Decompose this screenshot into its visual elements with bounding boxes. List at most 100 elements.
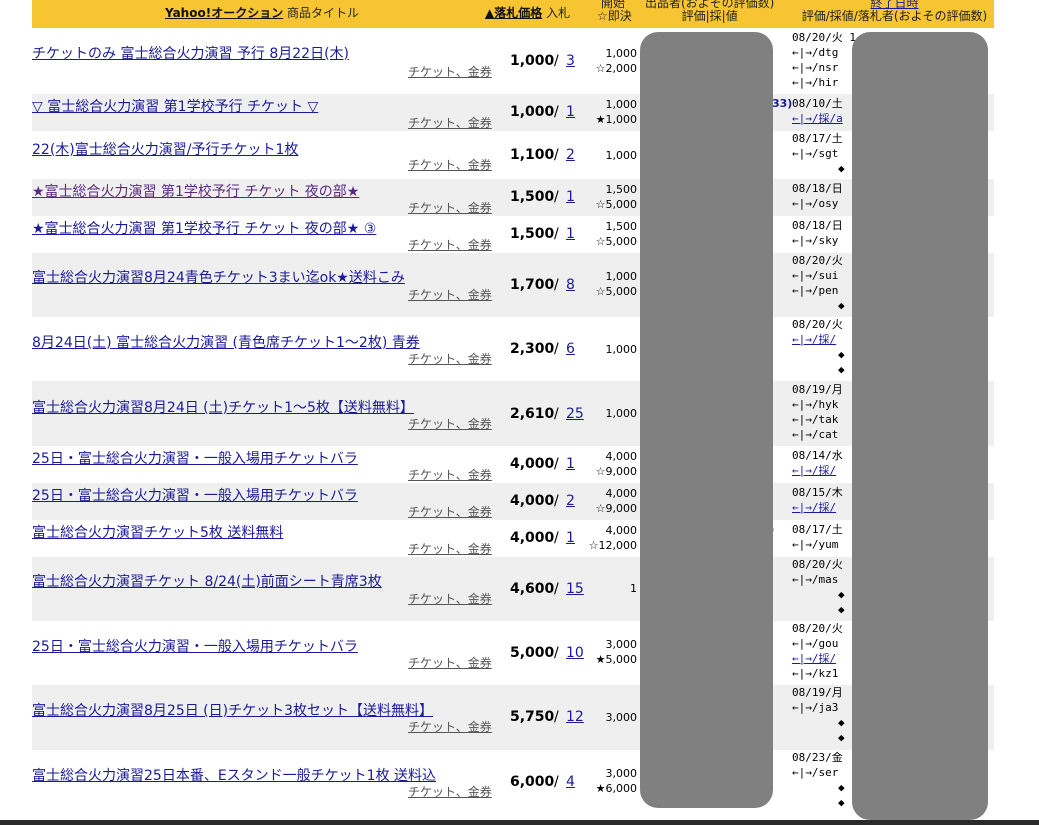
table-row: 富士総合火力演習チケット5枚 送料無料 チケット、金券 4,000 / 1 4,… <box>32 520 994 557</box>
price-separator: / <box>554 189 559 205</box>
price-separator: / <box>554 277 559 293</box>
category-link[interactable]: チケット、金券 <box>408 503 492 520</box>
bid-count-link[interactable]: 10 <box>566 645 584 661</box>
price-separator: / <box>554 456 559 472</box>
category-link[interactable]: チケット、金券 <box>408 286 492 303</box>
bid-count-link[interactable]: 2 <box>566 147 575 163</box>
bid-count-link[interactable]: 1 <box>566 530 575 546</box>
end-column-sublabel: 評価/採値/落札者(およその評価数) <box>801 9 988 23</box>
category-link[interactable]: チケット、金券 <box>408 415 492 432</box>
winning-price: 1,500 <box>510 189 555 205</box>
item-title-link[interactable]: チケットのみ 富士総合火力演習 予行 8月22日(木) <box>32 43 349 63</box>
price-separator: / <box>554 147 559 163</box>
category-link[interactable]: チケット、金券 <box>408 63 492 80</box>
bid-count-link[interactable]: 15 <box>566 581 584 597</box>
category-link[interactable]: チケット、金券 <box>408 114 492 131</box>
bid-count-link[interactable]: 4 <box>566 774 575 790</box>
start-price: 4,000 ☆9,000 <box>595 487 637 515</box>
category-link[interactable]: チケット、金券 <box>408 718 492 735</box>
rating-link[interactable]: ←|→/採/a <box>792 112 843 125</box>
table-row: ▽ 富士総合火力演習 第1学校予行 チケット ▽ チケット、金券 1,000 /… <box>32 94 994 131</box>
item-title-link[interactable]: 富士総合火力演習8月24青色チケット3まい迄ok★送料こみ <box>32 267 405 287</box>
bid-count-link[interactable]: 8 <box>566 277 575 293</box>
winning-price: 5,750 <box>510 709 555 725</box>
table-row: ★富士総合火力演習 第1学校予行 チケット 夜の部★ ③ チケット、金券 1,5… <box>32 216 994 253</box>
item-title-link[interactable]: 富士総合火力演習25日本番、Eスタンド一般チケット1枚 送料込 <box>32 765 436 785</box>
seller-column-header: 出品者(およその評価数) 評価|採|値 <box>645 0 774 23</box>
rating-link[interactable]: ←|→/採/ <box>792 333 836 346</box>
price-separator: / <box>554 645 559 661</box>
end-info: 08/18/日 ←|→/osy <box>792 182 843 210</box>
start-price: 1,000 ☆5,000 <box>595 270 637 298</box>
item-title-link[interactable]: 25日・富士総合火力演習・一般入場用チケットバラ <box>32 636 358 656</box>
title-column-header: Yahoo!オークション 商品タイトル <box>165 7 359 20</box>
seller-rating-fragment[interactable]: 33) <box>772 97 792 110</box>
bidder-redaction-mask <box>852 32 988 820</box>
item-title-link[interactable]: 25日・富士総合火力演習・一般入場用チケットバラ <box>32 448 358 468</box>
end-info: 08/20/火 ←|→/mas ◆ ◆ <box>792 558 845 616</box>
price-separator: / <box>554 53 559 69</box>
start-price: 1,500 ☆5,000 <box>595 220 637 248</box>
item-title-link[interactable]: ▽ 富士総合火力演習 第1学校予行 チケット ▽ <box>32 96 318 116</box>
rating-link[interactable]: ←|→/採/ <box>792 501 836 514</box>
category-link[interactable]: チケット、金券 <box>408 540 492 557</box>
category-link[interactable]: チケット、金券 <box>408 590 492 607</box>
bid-count-link[interactable]: 1 <box>566 189 575 205</box>
end-column-header: 終了日時 評価/採値/落札者(およその評価数) <box>792 0 997 23</box>
item-title-link[interactable]: 富士総合火力演習チケット 8/24(土)前面シート青席3枚 <box>32 571 382 591</box>
bid-count-link[interactable]: 2 <box>566 493 575 509</box>
category-link[interactable]: チケット、金券 <box>408 654 492 671</box>
end-info: 08/18/日 ←|→/sky <box>792 219 843 247</box>
table-row: 25日・富士総合火力演習・一般入場用チケットバラ チケット、金券 4,000 /… <box>32 483 994 520</box>
price-sort-link[interactable]: ▲落札価格 <box>485 6 542 20</box>
category-link[interactable]: チケット、金券 <box>408 466 492 483</box>
category-link[interactable]: チケット、金券 <box>408 783 492 800</box>
end-info: 08/20/火 ←|→/gou ←|→/採/←|→/kz1 <box>792 622 843 680</box>
item-title-link[interactable]: 22(木)富士総合火力演習/予行チケット1枚 <box>32 139 298 159</box>
price-separator: / <box>554 406 559 422</box>
item-title-link[interactable]: ★富士総合火力演習 第1学校予行 チケット 夜の部★ ③ <box>32 218 376 238</box>
yahoo-auction-link[interactable]: Yahoo!オークション <box>165 6 283 20</box>
bid-count-link[interactable]: 1 <box>566 104 575 120</box>
end-info: 08/20/火 1 ←|→/dtg ←|→/nsr ←|→/hir <box>792 31 856 89</box>
category-link[interactable]: チケット、金券 <box>408 156 492 173</box>
end-info: 08/17/土 ←|→/sgt ◆ <box>792 132 845 175</box>
item-title-link[interactable]: 8月24日(土) 富士総合火力演習 (青色席チケット1～2枚) 青券 <box>32 332 420 352</box>
category-link[interactable]: チケット、金券 <box>408 199 492 216</box>
price-separator: / <box>554 774 559 790</box>
winning-price: 1,000 <box>510 53 555 69</box>
item-title-link[interactable]: 富士総合火力演習8月25日 (日)チケット3枚セット【送料無料】 <box>32 700 433 720</box>
price-column-header[interactable]: ▲落札価格 入札 <box>485 7 570 20</box>
winning-price: 4,600 <box>510 581 555 597</box>
winning-price: 4,000 <box>510 493 555 509</box>
start-price: 1,500 ☆5,000 <box>595 183 637 211</box>
table-row: 富士総合火力演習25日本番、Eスタンド一般チケット1枚 送料込 チケット、金券 … <box>32 750 994 815</box>
price-separator: / <box>554 709 559 725</box>
start-column-header: 開始 ☆即決 <box>597 0 632 23</box>
bid-count-link[interactable]: 1 <box>566 226 575 242</box>
category-link[interactable]: チケット、金券 <box>408 236 492 253</box>
item-title-link[interactable]: 富士総合火力演習8月24日 (土)チケット1～5枚【送料無料】 <box>32 397 414 417</box>
winning-price: 1,100 <box>510 147 555 163</box>
start-price: 1,000 ☆2,000 <box>595 47 637 75</box>
winning-price: 2,300 <box>510 341 555 357</box>
rating-link[interactable]: ←|→/採/ <box>792 652 836 665</box>
item-title-link[interactable]: 富士総合火力演習チケット5枚 送料無料 <box>32 522 283 542</box>
item-title-link[interactable]: ★富士総合火力演習 第1学校予行 チケット 夜の部★ <box>32 181 359 201</box>
item-title-link[interactable]: 25日・富士総合火力演習・一般入場用チケットバラ <box>32 485 358 505</box>
category-link[interactable]: チケット、金券 <box>408 350 492 367</box>
price-separator: / <box>554 341 559 357</box>
bid-count-link[interactable]: 12 <box>566 709 584 725</box>
table-row: 8月24日(土) 富士総合火力演習 (青色席チケット1～2枚) 青券 チケット、… <box>32 317 994 381</box>
bid-count-link[interactable]: 3 <box>566 53 575 69</box>
bid-count-link[interactable]: 1 <box>566 456 575 472</box>
winning-price: 1,700 <box>510 277 555 293</box>
bid-count-link[interactable]: 6 <box>566 341 575 357</box>
table-row: 富士総合火力演習8月25日 (日)チケット3枚セット【送料無料】 チケット、金券… <box>32 685 994 750</box>
end-info: 08/14/水 ←|→/採/ <box>792 449 843 477</box>
bid-count-link[interactable]: 25 <box>566 406 584 422</box>
rating-link[interactable]: ←|→/採/ <box>792 464 836 477</box>
end-info: 08/19/月 ←|→/hyk ←|→/tak ←|→/cat <box>792 383 843 441</box>
winning-price: 1,000 <box>510 104 555 120</box>
end-info: 08/10/土 ←|→/採/a <box>792 97 843 125</box>
